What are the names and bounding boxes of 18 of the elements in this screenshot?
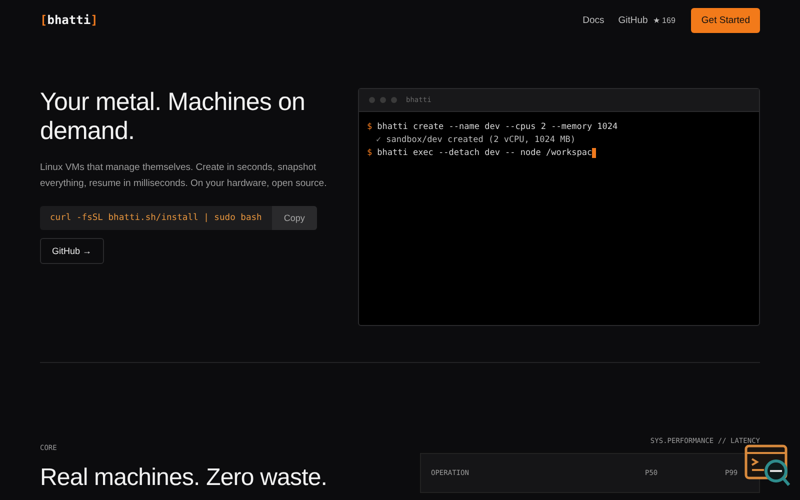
nav-link[interactable]: Docs	[582, 14, 604, 26]
terminal-output: sandbox/dev created (2 vCPU, 1024 MB)	[386, 134, 576, 144]
github-button[interactable]: GitHub →	[40, 238, 104, 264]
install-command: curl -fsSL bhatti.sh/install | sudo bash	[49, 212, 263, 226]
terminal-command: bhatti create --name dev --cpus 2 --memory 1024	[377, 122, 618, 132]
terminal-command: bhatti exec --detach dev -- node /workspac	[377, 148, 592, 158]
window-dots-icon	[369, 97, 397, 103]
prompt-symbol: $	[367, 122, 372, 132]
section-title: Real machines. Zero waste.	[40, 464, 328, 492]
copy-button[interactable]: Copy	[272, 206, 317, 230]
check-mark: ✓	[376, 134, 382, 144]
logo[interactable]: [bhatti]	[40, 13, 98, 27]
nav-link[interactable]: GitHub ★ 169	[618, 14, 676, 26]
prompt-symbol: $	[367, 148, 372, 158]
hero-description: Linux VMs that manage themselves. Create in seconds, snapshot everything, resume in milliseconds. On your hardware, open source.	[40, 161, 328, 192]
get-started-button[interactable]: Get Started	[691, 8, 760, 32]
hero-title: Your metal. Machines on demand.	[40, 88, 306, 146]
terminal-search-icon[interactable]	[744, 444, 792, 488]
